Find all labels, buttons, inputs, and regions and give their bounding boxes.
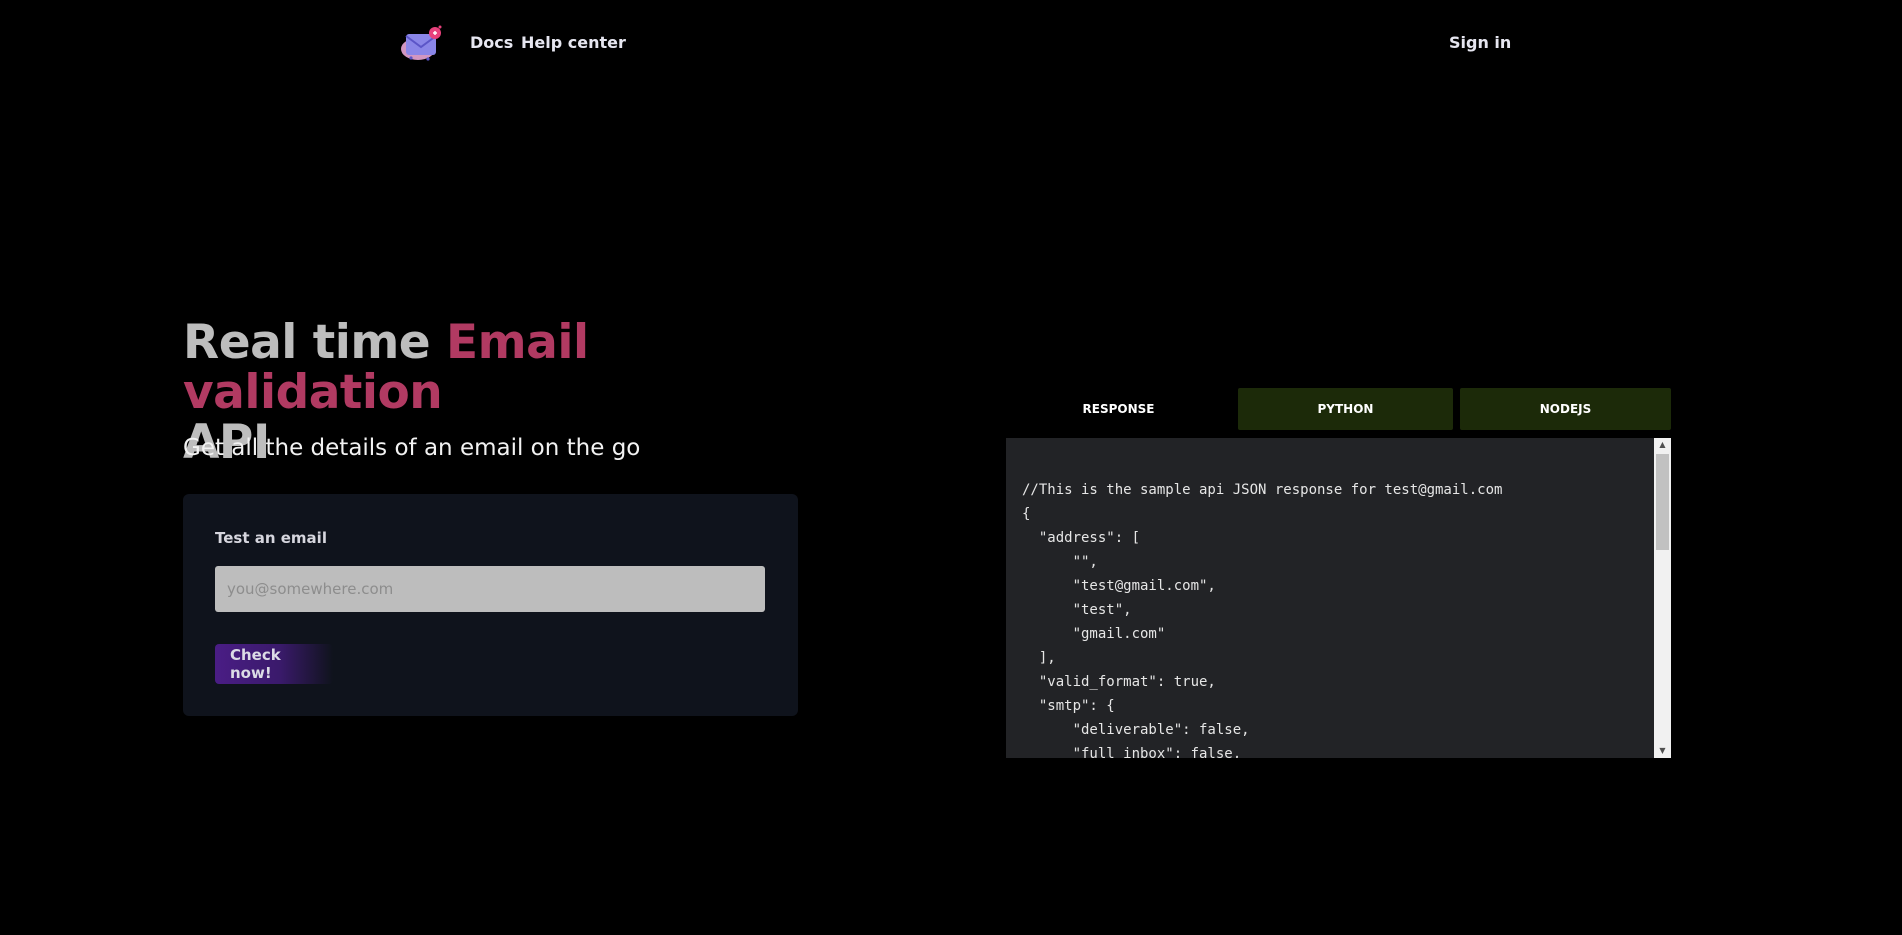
sign-in-link[interactable]: Sign in [1449, 33, 1511, 53]
email-input[interactable] [215, 566, 765, 612]
tab-response[interactable]: RESPONSE [1006, 388, 1231, 430]
test-email-label: Test an email [215, 529, 327, 547]
code-sample-text: //This is the sample api JSON response f… [1022, 478, 1502, 758]
code-line: { [1022, 506, 1031, 522]
code-line: "", [1022, 554, 1098, 570]
test-email-card: Test an email Check now! [183, 494, 798, 716]
code-sample-panel[interactable]: //This is the sample api JSON response f… [1006, 438, 1671, 758]
code-scrollbar[interactable]: ▲ ▼ [1654, 438, 1671, 758]
check-now-button[interactable]: Check now! [215, 644, 333, 684]
code-line: "test", [1022, 602, 1132, 618]
code-line: "address": [ [1022, 530, 1141, 546]
code-line: "test@gmail.com", [1022, 578, 1216, 594]
code-line: "gmail.com" [1022, 626, 1166, 642]
page: Docs Help center Sign in Real time Email… [0, 0, 1902, 935]
hero-subtitle: Get all the details of an email on the g… [183, 435, 641, 461]
code-line: //This is the sample api JSON response f… [1022, 482, 1503, 498]
scroll-down-arrow-icon[interactable]: ▼ [1654, 744, 1671, 758]
code-line: ], [1022, 650, 1056, 666]
tab-nodejs[interactable]: NODEJS [1460, 388, 1671, 430]
code-line: "smtp": { [1022, 698, 1115, 714]
tab-python[interactable]: PYTHON [1238, 388, 1453, 430]
scroll-up-arrow-icon[interactable]: ▲ [1654, 438, 1671, 452]
envelope-logo-icon[interactable] [398, 25, 444, 63]
code-line: "deliverable": false, [1022, 722, 1250, 738]
nav-help-center-link[interactable]: Help center [521, 33, 626, 53]
code-line: "valid_format": true, [1022, 674, 1216, 690]
hero-title-prefix: Real time [183, 315, 447, 370]
code-line: "full_inbox": false, [1022, 746, 1242, 758]
scroll-thumb[interactable] [1656, 454, 1669, 550]
nav-docs-link[interactable]: Docs [470, 33, 513, 53]
